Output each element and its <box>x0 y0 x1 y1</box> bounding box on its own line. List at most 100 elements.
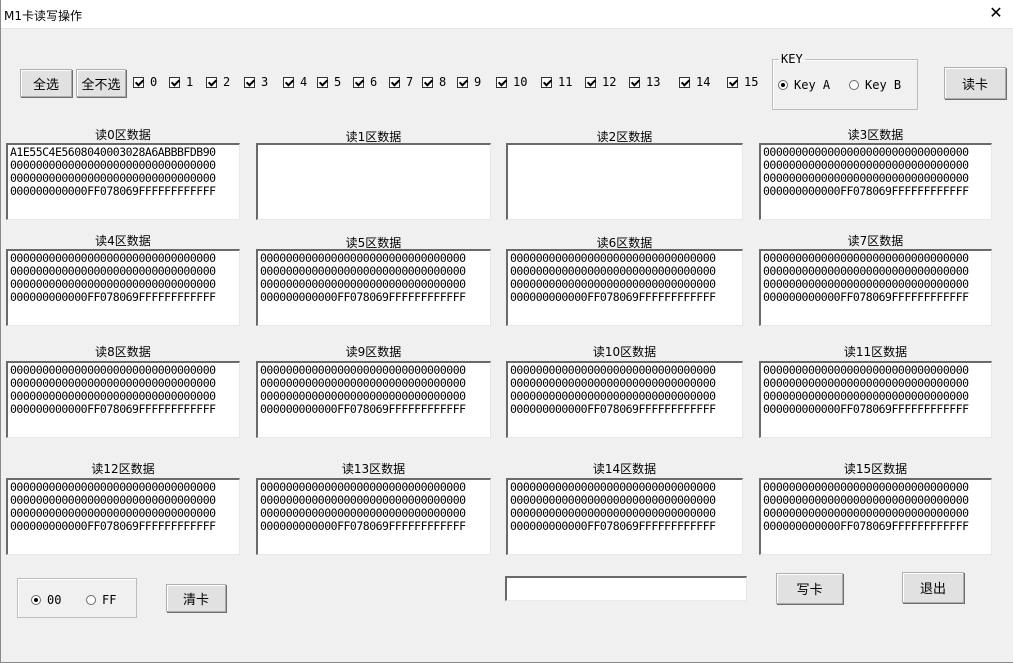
checkbox-check-icon[interactable] <box>727 76 738 88</box>
checkbox-check-icon[interactable] <box>353 76 364 88</box>
sector-4-label: 读4区数据 <box>95 234 151 248</box>
sector-data-line: 000000000000FF078069FFFFFFFFFFFF <box>10 290 216 304</box>
sector-9-label: 读9区数据 <box>345 345 402 359</box>
sector-checkbox-8[interactable]: 8 <box>422 75 446 89</box>
sector-0-data-box[interactable]: A1E55C4E5608040003028A6ABBBFDB90 00000000… <box>6 143 240 220</box>
checkbox-label: 2 <box>223 75 231 89</box>
checkbox-check-icon[interactable] <box>317 76 328 88</box>
checkbox-label: 8 <box>439 75 447 89</box>
sector-4-data-box[interactable]: 00000000000000000000000000000000 00000000… <box>6 249 240 326</box>
sector-2-data-box[interactable] <box>506 143 743 220</box>
checkbox-label: 0 <box>150 75 158 89</box>
sector-checkbox-13[interactable]: 13 <box>629 75 660 89</box>
sector-data-line: 000000000000FF078069FFFFFFFFFFFF <box>510 290 716 304</box>
title-bar: M1卡读写操作 ✕ <box>0 0 1013 29</box>
sector-13-label: 读13区数据 <box>341 462 406 476</box>
close-icon[interactable]: ✕ <box>989 4 1003 22</box>
sector-checkbox-10[interactable]: 10 <box>496 75 527 89</box>
sector-checkbox-7[interactable]: 7 <box>389 75 413 89</box>
sector-12-data-box[interactable]: 00000000000000000000000000000000 00000000… <box>6 478 240 555</box>
key-a-radio[interactable]: Key A <box>778 78 830 92</box>
sector-10-label: 读10区数据 <box>592 345 657 359</box>
fill-00-radio-dot[interactable] <box>31 595 41 605</box>
sector-checkbox-5[interactable]: 5 <box>317 75 341 89</box>
sector-11-data-box[interactable]: 00000000000000000000000000000000 00000000… <box>759 361 992 438</box>
exit-button[interactable]: 退出 <box>902 572 964 603</box>
sector-3-label: 读3区数据 <box>847 128 904 142</box>
checkbox-check-icon[interactable] <box>283 76 294 88</box>
select-none-button[interactable]: 全不选 <box>76 69 126 97</box>
sector-checkbox-12[interactable]: 12 <box>585 75 616 89</box>
checkbox-check-icon[interactable] <box>169 76 180 88</box>
sector-14-label: 读14区数据 <box>592 462 657 476</box>
sector-data-line: 000000000000FF078069FFFFFFFFFFFF <box>510 519 716 533</box>
checkbox-check-icon[interactable] <box>496 76 507 88</box>
sector-data-line: 000000000000FF078069FFFFFFFFFFFF <box>763 184 969 198</box>
sector-data-line: 000000000000FF078069FFFFFFFFFFFF <box>10 184 216 198</box>
sector-0-label: 读0区数据 <box>95 128 151 142</box>
sector-13-data-box[interactable]: 00000000000000000000000000000000 00000000… <box>256 478 491 555</box>
sector-checkbox-11[interactable]: 11 <box>541 75 572 89</box>
sector-checkbox-6[interactable]: 6 <box>353 75 377 89</box>
sector-3-data-box[interactable]: 00000000000000000000000000000000 00000000… <box>759 143 992 220</box>
sector-12-label: 读12区数据 <box>91 462 155 476</box>
checkbox-check-icon[interactable] <box>206 76 217 88</box>
sector-8-data-box[interactable]: 00000000000000000000000000000000 00000000… <box>6 361 240 438</box>
sector-checkbox-9[interactable]: 9 <box>457 75 481 89</box>
checkbox-check-icon[interactable] <box>133 76 144 88</box>
sector-checkbox-15[interactable]: 15 <box>727 75 758 89</box>
sector-5-data-box[interactable]: 00000000000000000000000000000000 00000000… <box>256 249 491 326</box>
sector-data-line: 000000000000FF078069FFFFFFFFFFFF <box>763 519 969 533</box>
checkbox-check-icon[interactable] <box>457 76 468 88</box>
sector-checkbox-3[interactable]: 3 <box>244 75 268 89</box>
checkbox-check-icon[interactable] <box>244 76 255 88</box>
key-a-radio-dot[interactable] <box>778 80 788 90</box>
write-data-input[interactable] <box>505 576 747 601</box>
fill-ff-radio-dot[interactable] <box>86 595 96 605</box>
write-card-button[interactable]: 写卡 <box>776 573 843 604</box>
checkbox-check-icon[interactable] <box>629 76 640 88</box>
fill-ff-radio[interactable]: FF <box>86 593 116 607</box>
sector-checkbox-14[interactable]: 14 <box>679 75 710 89</box>
fill-00-radio[interactable]: 00 <box>31 593 61 607</box>
sector-7-label: 读7区数据 <box>847 234 904 248</box>
clear-card-button[interactable]: 清卡 <box>166 584 226 612</box>
checkbox-check-icon[interactable] <box>541 76 552 88</box>
key-group-legend: KEY <box>781 52 803 66</box>
checkbox-label: 5 <box>334 75 342 89</box>
sector-data-line: 000000000000FF078069FFFFFFFFFFFF <box>763 402 969 416</box>
checkbox-label: 9 <box>474 75 482 89</box>
checkbox-check-icon[interactable] <box>389 76 400 88</box>
sector-10-data-box[interactable]: 00000000000000000000000000000000 00000000… <box>506 361 743 438</box>
key-b-radio[interactable]: Key B <box>849 78 901 92</box>
checkbox-check-icon[interactable] <box>422 76 433 88</box>
sector-6-data-box[interactable]: 00000000000000000000000000000000 00000000… <box>506 249 743 326</box>
sector-data-line: 000000000000FF078069FFFFFFFFFFFF <box>510 402 716 416</box>
checkbox-label: 11 <box>558 75 573 89</box>
sector-checkbox-0[interactable]: 0 <box>133 75 157 89</box>
select-all-button[interactable]: 全选 <box>20 69 72 97</box>
checkbox-label: 13 <box>646 75 661 89</box>
checkbox-label: 3 <box>261 75 269 89</box>
sector-checkbox-1[interactable]: 1 <box>169 75 193 89</box>
key-a-label: Key A <box>794 78 831 92</box>
checkbox-label: 1 <box>186 75 194 89</box>
sector-9-data-box[interactable]: 00000000000000000000000000000000 00000000… <box>256 361 491 438</box>
checkbox-label: 7 <box>406 75 414 89</box>
sector-11-label: 读11区数据 <box>843 345 908 359</box>
sector-data-line: 000000000000FF078069FFFFFFFFFFFF <box>763 290 969 304</box>
checkbox-check-icon[interactable] <box>679 76 690 88</box>
sector-14-data-box[interactable]: 00000000000000000000000000000000 00000000… <box>506 478 743 555</box>
sector-1-data-box[interactable] <box>256 143 491 220</box>
sector-data-line: 000000000000FF078069FFFFFFFFFFFF <box>260 519 466 533</box>
sector-checkbox-4[interactable]: 4 <box>283 75 307 89</box>
sector-15-data-box[interactable]: 00000000000000000000000000000000 00000000… <box>759 478 992 555</box>
checkbox-label: 6 <box>370 75 378 89</box>
fill-ff-label: FF <box>102 593 117 607</box>
sector-8-label: 读8区数据 <box>95 345 151 359</box>
checkbox-check-icon[interactable] <box>585 76 596 88</box>
sector-checkbox-2[interactable]: 2 <box>206 75 230 89</box>
sector-7-data-box[interactable]: 00000000000000000000000000000000 00000000… <box>759 249 992 326</box>
read-card-button[interactable]: 读卡 <box>944 67 1006 99</box>
key-b-radio-dot[interactable] <box>849 80 859 90</box>
